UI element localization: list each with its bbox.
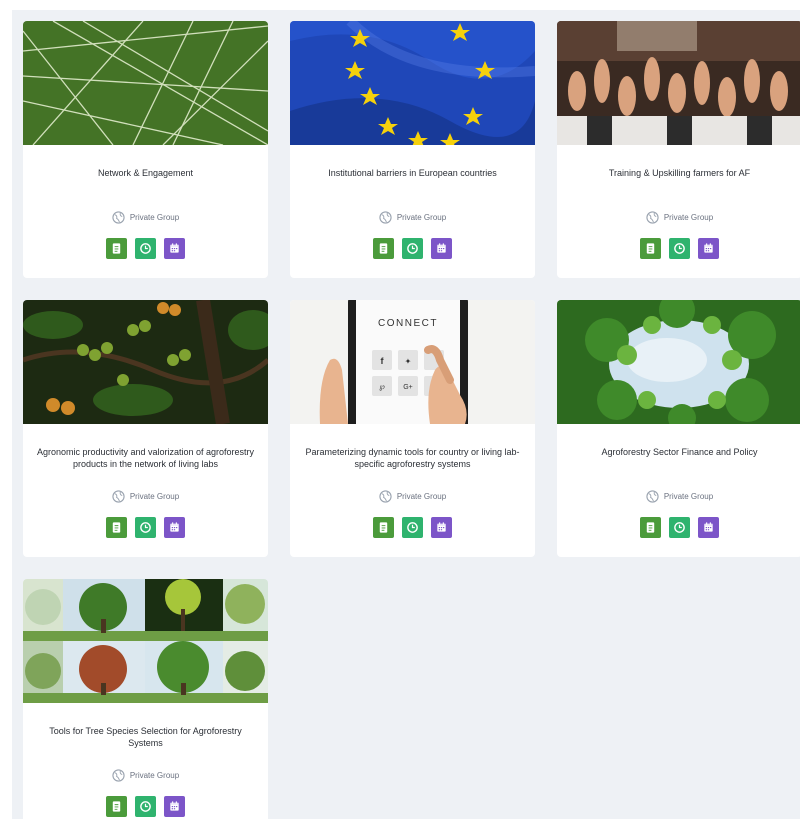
group-card[interactable]: CONNECT f ✦ ℘ G+ Parameterizing dynamic … <box>290 300 535 557</box>
calendar-icon <box>437 243 446 253</box>
group-title[interactable]: Training & Upskilling farmers for AF <box>569 167 790 179</box>
activity-button[interactable] <box>402 238 423 259</box>
privacy-status: Private Group <box>290 490 535 503</box>
svg-text:✦: ✦ <box>405 357 412 366</box>
group-title[interactable]: Agroforestry Sector Finance and Policy <box>569 446 790 458</box>
clock-icon <box>140 522 151 533</box>
group-actions <box>23 517 268 538</box>
document-icon <box>646 243 655 254</box>
group-actions <box>23 238 268 259</box>
coffee-cherries-image <box>23 300 268 424</box>
events-button[interactable] <box>698 238 719 259</box>
document-icon <box>112 801 121 812</box>
activity-button[interactable] <box>669 517 690 538</box>
clock-icon <box>407 522 418 533</box>
calendar-icon <box>704 243 713 253</box>
privacy-status: Private Group <box>23 211 268 224</box>
connect-text: CONNECT <box>378 318 438 329</box>
privacy-label: Private Group <box>129 492 180 501</box>
clock-icon <box>140 801 151 812</box>
raised-hands-image <box>557 21 800 145</box>
calendar-icon <box>704 522 713 532</box>
group-card[interactable]: Tools for Tree Species Selection for Agr… <box>23 579 268 836</box>
privacy-status: Private Group <box>557 490 800 503</box>
activity-button[interactable] <box>402 517 423 538</box>
globe-icon <box>646 211 659 224</box>
privacy-label: Private Group <box>129 213 180 222</box>
clock-icon <box>674 243 685 254</box>
globe-icon <box>379 211 392 224</box>
network-lines-image <box>23 21 268 145</box>
group-card[interactable]: Agroforestry Sector Finance and Policy P… <box>557 300 800 557</box>
globe-icon <box>112 769 125 782</box>
documents-button[interactable] <box>640 238 661 259</box>
documents-button[interactable] <box>373 517 394 538</box>
document-icon <box>379 243 388 254</box>
privacy-label: Private Group <box>129 771 180 780</box>
privacy-label: Private Group <box>663 492 714 501</box>
documents-button[interactable] <box>373 238 394 259</box>
privacy-status: Private Group <box>23 490 268 503</box>
activity-button[interactable] <box>669 238 690 259</box>
group-title[interactable]: Agronomic productivity and valorization … <box>35 446 256 470</box>
privacy-label: Private Group <box>396 492 447 501</box>
globe-icon <box>112 211 125 224</box>
document-icon <box>646 522 655 533</box>
activity-button[interactable] <box>135 796 156 817</box>
documents-button[interactable] <box>106 796 127 817</box>
document-icon <box>112 243 121 254</box>
group-title[interactable]: Tools for Tree Species Selection for Agr… <box>35 725 256 749</box>
group-card[interactable]: Institutional barriers in European count… <box>290 21 535 278</box>
documents-button[interactable] <box>640 517 661 538</box>
calendar-icon <box>170 522 179 532</box>
events-button[interactable] <box>164 238 185 259</box>
privacy-status: Private Group <box>557 211 800 224</box>
connect-tablet-image: CONNECT f ✦ ℘ G+ <box>290 300 535 424</box>
eu-flag-image <box>290 21 535 145</box>
globe-icon <box>379 490 392 503</box>
clock-icon <box>407 243 418 254</box>
privacy-label: Private Group <box>396 213 447 222</box>
events-button[interactable] <box>431 517 452 538</box>
groups-grid: Network & Engagement Private Group Insti… <box>12 10 800 836</box>
privacy-label: Private Group <box>663 213 714 222</box>
documents-button[interactable] <box>106 238 127 259</box>
group-title[interactable]: Parameterizing dynamic tools for country… <box>302 446 523 470</box>
clock-icon <box>674 522 685 533</box>
document-icon <box>112 522 121 533</box>
tree-canopy-sky-image <box>557 300 800 424</box>
gplus-text: G+ <box>403 384 413 391</box>
globe-icon <box>112 490 125 503</box>
group-actions <box>557 238 800 259</box>
group-actions <box>290 238 535 259</box>
activity-button[interactable] <box>135 517 156 538</box>
calendar-icon <box>170 243 179 253</box>
privacy-status: Private Group <box>290 211 535 224</box>
events-button[interactable] <box>164 796 185 817</box>
calendar-icon <box>437 522 446 532</box>
document-icon <box>379 522 388 533</box>
group-card[interactable]: Network & Engagement Private Group <box>23 21 268 278</box>
group-card[interactable]: Agronomic productivity and valorization … <box>23 300 268 557</box>
group-actions <box>23 796 268 817</box>
globe-icon <box>646 490 659 503</box>
clock-icon <box>140 243 151 254</box>
activity-button[interactable] <box>135 238 156 259</box>
svg-text:℘: ℘ <box>379 382 385 391</box>
privacy-status: Private Group <box>23 769 268 782</box>
tree-species-grid-image <box>23 579 268 703</box>
group-title[interactable]: Network & Engagement <box>35 167 256 179</box>
events-button[interactable] <box>431 238 452 259</box>
events-button[interactable] <box>164 517 185 538</box>
calendar-icon <box>170 801 179 811</box>
events-button[interactable] <box>698 517 719 538</box>
group-actions <box>290 517 535 538</box>
group-title[interactable]: Institutional barriers in European count… <box>302 167 523 179</box>
documents-button[interactable] <box>106 517 127 538</box>
group-actions <box>557 517 800 538</box>
group-card[interactable]: Training & Upskilling farmers for AF Pri… <box>557 21 800 278</box>
